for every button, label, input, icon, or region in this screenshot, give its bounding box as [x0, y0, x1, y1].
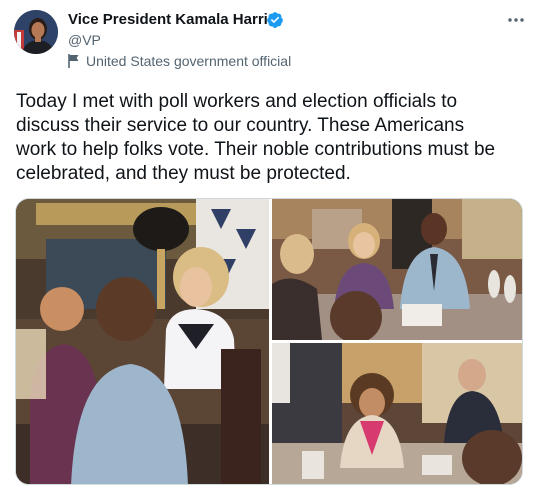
- media-grid: [15, 198, 523, 485]
- tweet-text-line: celebrated, and they must be protected.: [16, 163, 351, 184]
- tweet-photo[interactable]: [272, 199, 522, 340]
- more-options-icon[interactable]: [504, 10, 528, 30]
- author-name[interactable]: Vice President Kamala Harris: [68, 11, 276, 28]
- flag-icon: [68, 54, 79, 68]
- tweet-text: Today I met with poll workers and electi…: [16, 90, 526, 186]
- tweet-text-line: discuss their service to our country. Th…: [16, 115, 465, 136]
- government-label-text: United States government official: [86, 53, 292, 69]
- government-label: United States government official: [68, 52, 291, 70]
- tweet-photo[interactable]: [16, 199, 269, 484]
- verified-badge-icon: [267, 12, 283, 28]
- author-handle[interactable]: @VP: [68, 32, 101, 48]
- avatar[interactable]: [14, 10, 58, 54]
- tweet-text-line: work to help folks vote. Their noble con…: [16, 139, 496, 160]
- tweet-card[interactable]: Vice President Kamala Harris @VP United …: [0, 0, 537, 499]
- tweet-photo[interactable]: [272, 343, 522, 484]
- tweet-text-line: Today I met with poll workers and electi…: [16, 91, 458, 112]
